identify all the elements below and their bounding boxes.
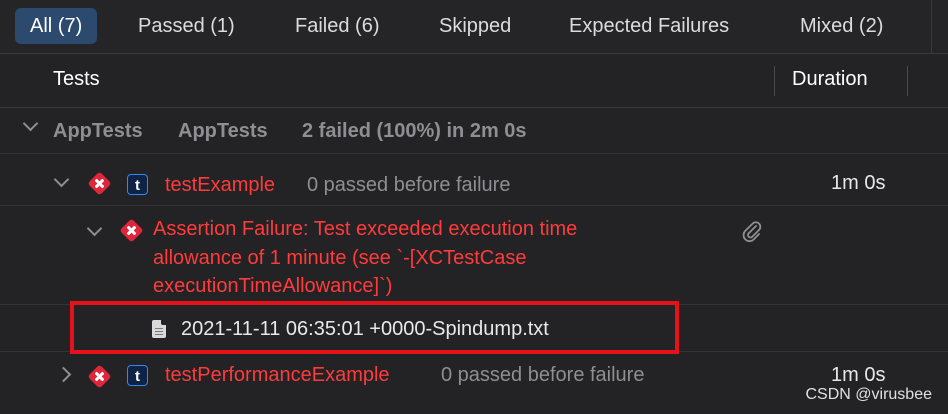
group-summary: 2 failed (100%) in 2m 0s xyxy=(302,120,527,142)
filter-tab-bar: All (7) Passed (1) Failed (6) Skipped Ex… xyxy=(0,0,948,54)
tab-passed[interactable]: Passed (1) xyxy=(123,8,250,44)
chevron-right-icon[interactable] xyxy=(55,366,72,383)
chevron-down-icon[interactable] xyxy=(86,220,103,237)
tests-column-header[interactable]: Tests xyxy=(53,68,100,91)
duration-column-header[interactable]: Duration xyxy=(792,68,868,91)
tab-all[interactable]: All (7) xyxy=(15,8,98,44)
test-detail: 0 passed before failure xyxy=(307,174,511,196)
failure-icon xyxy=(87,171,112,196)
test-duration: 1m 0s xyxy=(831,364,886,386)
test-detail: 0 passed before failure xyxy=(441,364,645,386)
assertion-message-line3: executionTimeAllowance]`) xyxy=(153,275,393,297)
test-group-row[interactable]: AppTests AppTests 2 failed (100%) in 2m … xyxy=(0,108,948,154)
column-divider-end xyxy=(907,66,908,96)
test-name[interactable]: testExample xyxy=(165,174,275,197)
tab-bar-divider xyxy=(931,0,932,53)
chevron-down-icon[interactable] xyxy=(53,171,70,188)
tab-expected-failures[interactable]: Expected Failures xyxy=(554,8,744,44)
column-divider[interactable] xyxy=(774,66,775,96)
assertion-message-line1: Assertion Failure: Test exceeded executi… xyxy=(153,218,578,240)
group-target: AppTests xyxy=(178,120,268,142)
tab-failed[interactable]: Failed (6) xyxy=(280,8,394,44)
watermark: CSDN @virusbee xyxy=(805,386,933,403)
paperclip-icon[interactable] xyxy=(741,220,763,242)
tab-mixed[interactable]: Mixed (2) xyxy=(785,8,898,44)
highlight-box xyxy=(70,301,679,354)
test-row[interactable]: t testExample 0 passed before failure 1m… xyxy=(0,154,948,206)
failure-icon xyxy=(119,218,144,243)
column-header: Tests Duration xyxy=(0,54,948,108)
failure-icon xyxy=(87,364,112,389)
assertion-message-line2: allowance of 1 minute (see `-[XCTestCase xyxy=(153,247,527,269)
test-method-icon: t xyxy=(127,174,148,195)
tab-skipped[interactable]: Skipped xyxy=(424,8,526,44)
group-name: AppTests xyxy=(53,120,143,142)
test-duration: 1m 0s xyxy=(831,172,886,194)
chevron-down-icon[interactable] xyxy=(22,115,39,132)
assertion-row[interactable]: Assertion Failure: Test exceeded executi… xyxy=(0,206,948,305)
test-name[interactable]: testPerformanceExample xyxy=(165,364,390,387)
test-method-icon: t xyxy=(127,365,148,386)
